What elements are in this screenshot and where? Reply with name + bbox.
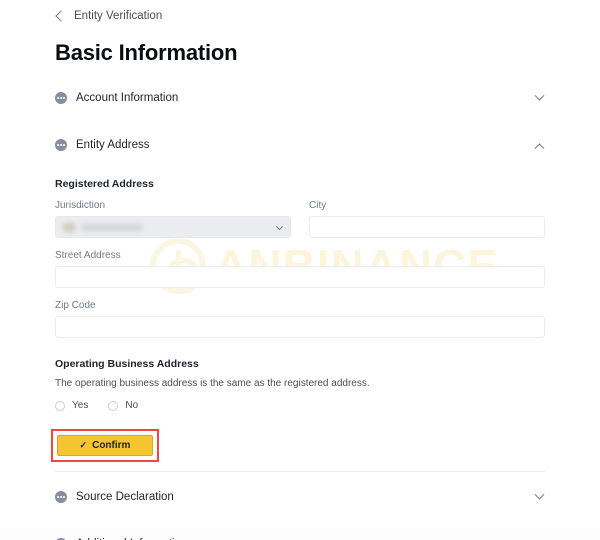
status-dots-icon xyxy=(55,92,67,104)
breadcrumb[interactable]: Entity Verification xyxy=(55,0,545,22)
zip-code-input[interactable] xyxy=(55,316,545,338)
section-label-entity-address: Entity Address xyxy=(76,139,150,151)
section-divider xyxy=(55,471,545,472)
street-address-input[interactable] xyxy=(55,266,545,288)
radio-label-yes: Yes xyxy=(72,400,89,411)
operating-business-title: Operating Business Address xyxy=(55,358,199,370)
street-address-label: Street Address xyxy=(55,250,121,261)
jurisdiction-field: Jurisdiction xyxy=(55,200,291,238)
breadcrumb-label: Entity Verification xyxy=(74,9,163,22)
section-label-account-information: Account Information xyxy=(76,92,179,104)
sidebar-item-additional-information[interactable]: Additional Information xyxy=(55,529,545,540)
status-dots-icon xyxy=(55,491,67,503)
entity-verification-page: ANBINANCE Entity Verification Basic Info… xyxy=(0,0,600,540)
radio-circle-icon[interactable] xyxy=(55,400,65,411)
sidebar-item-source-declaration[interactable]: Source Declaration xyxy=(55,482,545,512)
radio-circle-icon[interactable] xyxy=(108,400,119,411)
operating-business-description: The operating business address is the sa… xyxy=(55,378,370,389)
check-icon: ✓ xyxy=(79,440,88,450)
chevron-down-icon[interactable] xyxy=(534,90,545,101)
entity-address-panel: Registered Address Jurisdiction City Str… xyxy=(51,160,545,462)
sidebar-item-account-information[interactable]: Account Information xyxy=(55,83,545,113)
page-content: Entity Verification Basic Information Ac… xyxy=(0,0,600,540)
confirm-button-label: Confirm xyxy=(92,440,131,451)
zip-code-field: Zip Code xyxy=(55,300,545,338)
sidebar-item-entity-address[interactable]: Entity Address xyxy=(55,130,545,160)
flag-icon xyxy=(63,222,75,232)
operating-business-radio-group: Yes No xyxy=(55,400,545,411)
chevron-down-icon[interactable] xyxy=(534,489,545,500)
jurisdiction-city-row: Jurisdiction City xyxy=(55,200,545,238)
confirm-button-wrapper: ✓ Confirm xyxy=(51,429,159,462)
city-field: City xyxy=(309,200,545,238)
radio-option-yes[interactable]: Yes xyxy=(55,400,88,411)
chevron-down-icon[interactable] xyxy=(534,536,545,540)
jurisdiction-select[interactable] xyxy=(55,216,291,238)
confirm-button[interactable]: ✓ Confirm xyxy=(57,435,153,456)
chevron-up-icon[interactable] xyxy=(534,142,545,153)
registered-address-title: Registered Address xyxy=(55,178,154,190)
page-title: Basic Information xyxy=(55,40,238,65)
city-input[interactable] xyxy=(309,216,545,238)
jurisdiction-value-redacted xyxy=(81,223,143,231)
status-dots-icon xyxy=(55,139,67,151)
street-address-field: Street Address xyxy=(55,250,545,288)
radio-option-no[interactable]: No xyxy=(108,400,138,411)
chevron-left-icon[interactable] xyxy=(55,9,67,22)
city-label: City xyxy=(309,200,327,211)
section-label-source-declaration: Source Declaration xyxy=(76,491,174,503)
zip-code-label: Zip Code xyxy=(55,300,96,311)
chevron-down-icon[interactable] xyxy=(275,223,284,231)
radio-label-no: No xyxy=(125,400,139,411)
jurisdiction-label: Jurisdiction xyxy=(55,200,106,211)
